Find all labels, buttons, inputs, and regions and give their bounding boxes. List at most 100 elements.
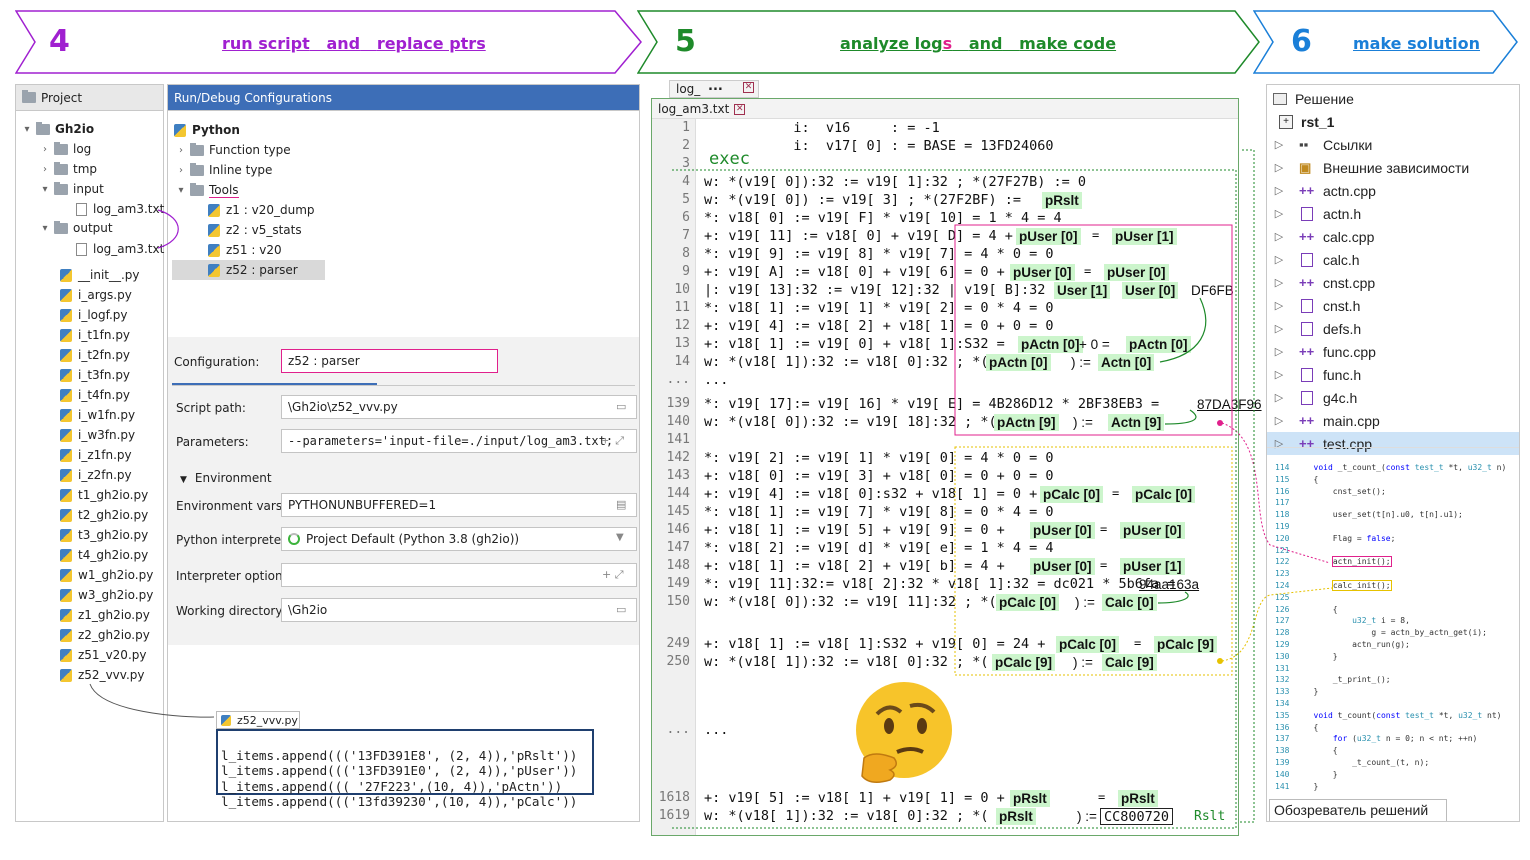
tree-folder-input[interactable]: ▾ input [40, 179, 104, 199]
config-inline-type[interactable]: › Inline type [176, 160, 272, 180]
config-tools[interactable]: ▾ Tools [176, 180, 239, 200]
tree-file-py[interactable]: w1_gh2io.py [60, 565, 153, 585]
tree-file-py[interactable]: z52_vvv.py [60, 665, 144, 685]
chevron-down-icon[interactable]: ▾ [22, 124, 32, 135]
tree-file-py[interactable]: i_z2fn.py [60, 465, 132, 485]
solution-item[interactable]: ▷ defs.h [1267, 317, 1519, 340]
tree-folder-log[interactable]: › log [40, 139, 91, 159]
solution-explorer-tab[interactable]: Обозреватель решений [1269, 799, 1447, 821]
solution-item[interactable]: ▷ ▣ Внешние зависимости [1267, 156, 1519, 179]
solution-item[interactable]: ▷ ▪▪ Ссылки [1267, 133, 1519, 156]
solution-item[interactable]: ▷ ++ calc.cpp [1267, 225, 1519, 248]
chevron-right-icon[interactable]: ▷ [1273, 299, 1285, 312]
tree-file-py[interactable]: t4_gh2io.py [60, 545, 148, 565]
chevron-right-icon[interactable]: ▷ [1273, 230, 1285, 243]
expand-icon[interactable]: + ⤢ [602, 568, 630, 581]
solution-item[interactable]: ▷ ++ cnst.cpp [1267, 271, 1519, 294]
chevron-right-icon[interactable]: › [176, 165, 186, 176]
tree-file-py[interactable]: i_t4fn.py [60, 385, 130, 405]
config-tool-z51[interactable]: z51 : v20 [208, 240, 282, 260]
tree-file-py[interactable]: z1_gh2io.py [60, 605, 150, 625]
close-icon[interactable]: ✕ [734, 103, 746, 115]
solution-item[interactable]: ▷ func.h [1267, 363, 1519, 386]
tree-file-output-log[interactable]: log_am3.txt [76, 239, 164, 259]
chevron-right-icon[interactable]: ▷ [1273, 414, 1285, 427]
python-interpreter-select[interactable]: Project Default (Python 3.8 (gh2io)) ▼ [281, 527, 637, 551]
chevron-right-icon[interactable]: ▷ [1273, 184, 1285, 197]
config-python-group[interactable]: Python [174, 120, 240, 140]
tree-file-py[interactable]: i_w1fn.py [60, 405, 135, 425]
tree-file-py[interactable]: i_t1fn.py [60, 325, 130, 345]
line-code: w: *(v19[ 0]):32 := v19[ 1]:32 ; *(27F27… [704, 174, 1087, 190]
tree-file-py[interactable]: i_t3fn.py [60, 365, 130, 385]
snippet-line: l_items.append((('13FD391E8', (2, 4)),'p… [221, 747, 578, 763]
tree-folder-output[interactable]: ▾ output [40, 218, 113, 238]
close-icon[interactable]: ✕ [743, 82, 754, 93]
tree-file-input-log[interactable]: log_am3.txt [76, 199, 164, 219]
line-code: w: *(v18[ 0]):32 := v19[ 11]:32 ; *( [704, 594, 997, 610]
config-function-type[interactable]: › Function type [176, 140, 291, 160]
tree-file-py[interactable]: i_t2fn.py [60, 345, 130, 365]
chevron-right-icon[interactable]: › [40, 164, 50, 175]
dropdown-arrow-icon[interactable]: ▼ [616, 532, 630, 544]
chevron-down-icon[interactable]: ▾ [176, 185, 186, 196]
config-tool-z1[interactable]: z1 : v20_dump [208, 200, 315, 220]
chevron-right-icon[interactable]: ▷ [1273, 138, 1285, 151]
tree-file-py[interactable]: t2_gh2io.py [60, 505, 148, 525]
tree-file-py[interactable]: z51_v20.py [60, 645, 146, 665]
chevron-right-icon[interactable]: ▷ [1273, 368, 1285, 381]
tree-file-py[interactable]: t1_gh2io.py [60, 485, 148, 505]
log-front-tab[interactable]: log_am3.txt ✕ [654, 101, 749, 117]
chevron-right-icon[interactable]: ▷ [1273, 345, 1285, 358]
chevron-right-icon[interactable]: ▷ [1273, 161, 1285, 174]
config-tool-z2[interactable]: z2 : v5_stats [208, 220, 302, 240]
step-6-title: make solution [1353, 34, 1481, 53]
tree-root-gh2io[interactable]: ▾ Gh2io [22, 119, 94, 139]
solution-item[interactable]: ▷ ++ main.cpp [1267, 409, 1519, 432]
tree-file-py[interactable]: __init__.py [60, 265, 140, 285]
snippet-file-tab[interactable]: z52_vvv.py [216, 711, 300, 729]
interpreter-options-input[interactable]: + ⤢ [281, 563, 637, 587]
tree-file-py[interactable]: i_z1fn.py [60, 445, 132, 465]
tree-file-py[interactable]: i_w3fn.py [60, 425, 135, 445]
solution-item[interactable]: ▷ ++ func.cpp [1267, 340, 1519, 363]
chevron-right-icon[interactable]: ▷ [1273, 391, 1285, 404]
solution-item[interactable]: ▷ g4c.h [1267, 386, 1519, 409]
chevron-right-icon[interactable]: ▷ [1273, 322, 1285, 335]
folder-browse-icon[interactable]: ▭ [616, 603, 630, 616]
solution-item[interactable]: ▷ cnst.h [1267, 294, 1519, 317]
highlight-l13b: + 0 = [1079, 337, 1110, 352]
chevron-down-icon[interactable]: ▾ [40, 223, 50, 234]
python-file-icon [60, 568, 72, 582]
environment-section[interactable]: ▼ Environment [180, 471, 272, 485]
solution-root[interactable]: Решение [1267, 87, 1519, 110]
solution-project[interactable]: + rst_1 [1267, 110, 1519, 133]
chevron-down-icon[interactable]: ▼ [180, 475, 187, 485]
chevron-right-icon[interactable]: ▷ [1273, 276, 1285, 289]
folder-browse-icon[interactable]: ▭ [616, 400, 630, 413]
configuration-name-input[interactable]: z52 : parser [281, 349, 498, 373]
tree-file-py[interactable]: z2_gh2io.py [60, 625, 150, 645]
working-directory-input[interactable]: \Gh2io ▭ [281, 598, 637, 622]
solution-item[interactable]: ▷ actn.h [1267, 202, 1519, 225]
chevron-right-icon[interactable]: ▷ [1273, 253, 1285, 266]
chevron-down-icon[interactable]: ▾ [40, 184, 50, 195]
line-code: +: v18[ 0] := v19[ 3] + v18[ 0] = 0 + 0 … [704, 468, 1054, 484]
log-back-tab[interactable]: log_... ✕ [669, 79, 759, 98]
expand-icon[interactable]: + ⤢ [602, 434, 630, 447]
document-icon[interactable]: ▤ [616, 498, 630, 511]
solution-item[interactable]: ▷ calc.h [1267, 248, 1519, 271]
chevron-right-icon[interactable]: › [176, 145, 186, 156]
tree-file-py[interactable]: w3_gh2io.py [60, 585, 153, 605]
config-tool-z52-selected[interactable]: z52 : parser [172, 260, 325, 280]
solution-item[interactable]: ▷ ++ actn.cpp [1267, 179, 1519, 202]
env-vars-input[interactable]: PYTHONUNBUFFERED=1 ▤ [281, 493, 637, 517]
tree-file-py[interactable]: t3_gh2io.py [60, 525, 148, 545]
chevron-right-icon[interactable]: › [40, 144, 50, 155]
script-path-input[interactable]: \Gh2io\z52_vvv.py ▭ [281, 395, 637, 419]
tree-file-py[interactable]: i_logf.py [60, 305, 128, 325]
parameters-input[interactable]: --parameters='input-file=./input/log_am3… [281, 429, 637, 453]
tree-folder-tmp[interactable]: › tmp [40, 159, 97, 179]
tree-file-py[interactable]: i_args.py [60, 285, 132, 305]
chevron-right-icon[interactable]: ▷ [1273, 207, 1285, 220]
